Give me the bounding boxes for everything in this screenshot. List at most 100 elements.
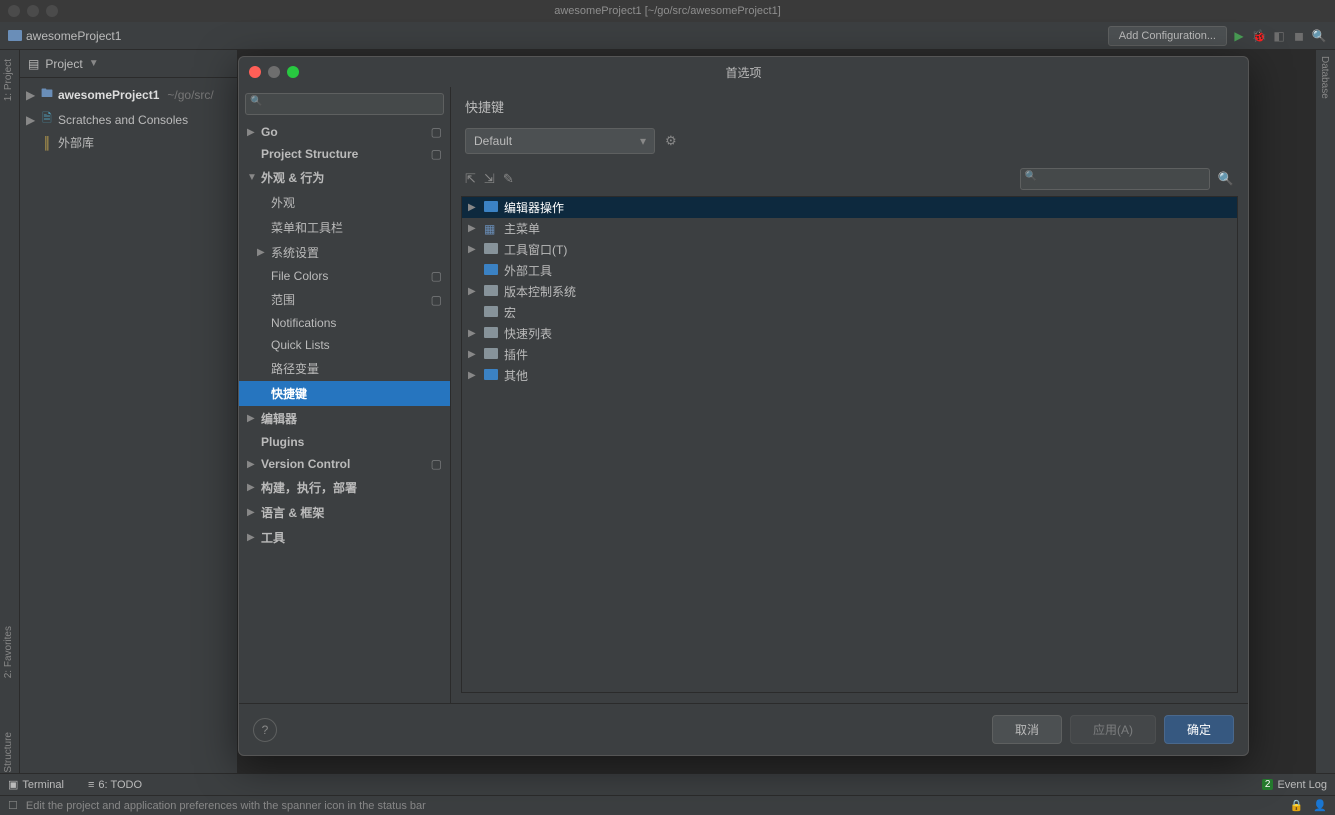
minimize-icon [268, 66, 280, 78]
settings-node-scopes[interactable]: 范围▢ [239, 287, 450, 312]
settings-node-path-variables[interactable]: 路径变量 [239, 356, 450, 381]
zoom-icon[interactable] [287, 66, 299, 78]
tree-external-libs-node[interactable]: ║ 外部库 [20, 132, 237, 153]
keymap-macros[interactable]: 宏 [462, 302, 1237, 323]
project-level-icon: ▢ [431, 125, 442, 139]
project-panel-icon: ▤ [28, 57, 39, 71]
settings-node-tools[interactable]: ▶工具 [239, 525, 450, 550]
stop-icon[interactable]: ◼ [1291, 28, 1307, 44]
database-tool-button[interactable]: Database [1316, 50, 1333, 105]
lock-icon[interactable]: 🔒 [1290, 799, 1304, 812]
settings-node-appearance-behavior[interactable]: ▼外观 & 行为 [239, 165, 450, 190]
settings-node-editor[interactable]: ▶编辑器 [239, 406, 450, 431]
dropdown-icon: ▾ [640, 134, 646, 148]
keymap-plugins[interactable]: ▶插件 [462, 344, 1237, 365]
edit-icon[interactable]: ✎ [503, 171, 514, 187]
folder-icon: 🖿 [40, 84, 54, 105]
window-traffic-lights[interactable] [8, 5, 58, 17]
dialog-traffic-lights[interactable] [249, 66, 299, 78]
gear-icon[interactable]: ⚙ [665, 133, 677, 149]
project-level-icon: ▢ [431, 457, 442, 471]
coverage-icon[interactable]: ◧ [1271, 28, 1287, 44]
collapse-all-icon[interactable]: ⇲ [484, 171, 495, 187]
breadcrumb-project[interactable]: awesomeProject1 [26, 29, 121, 43]
dropdown-icon[interactable]: ▼ [89, 58, 99, 69]
settings-node-plugins[interactable]: Plugins [239, 431, 450, 453]
favorites-tool-button[interactable]: 2: Favorites [0, 621, 17, 683]
tree-external-libs-label: 外部库 [58, 134, 94, 151]
keymap-tree[interactable]: ▶编辑器操作 ▶▦主菜单 ▶工具窗口(T) 外部工具 ▶版本控制系统 宏 ▶快速… [461, 196, 1238, 693]
settings-node-go[interactable]: ▶Go▢ [239, 121, 450, 143]
search-everywhere-icon[interactable]: 🔍 [1311, 28, 1327, 44]
dialog-titlebar: 首选项 [239, 57, 1248, 87]
todo-icon: ≡ [88, 779, 94, 791]
settings-node-appearance[interactable]: 外观 [239, 190, 450, 215]
scratches-icon: 🗎 [40, 109, 54, 130]
settings-node-build[interactable]: ▶构建，执行，部署 [239, 475, 450, 500]
help-button[interactable]: ? [253, 718, 277, 742]
close-dot[interactable] [8, 5, 20, 17]
left-tool-strip: 1: Project 2: Favorites 7: Structure [0, 50, 20, 793]
settings-breadcrumb: 快捷键 [451, 87, 1248, 120]
keymap-other[interactable]: ▶其他 [462, 365, 1237, 386]
project-level-icon: ▢ [431, 269, 442, 283]
project-header-label[interactable]: Project [45, 57, 82, 71]
keymap-scheme-select[interactable]: Default ▾ [465, 128, 655, 154]
settings-node-keymap[interactable]: 快捷键 [239, 381, 450, 406]
terminal-button[interactable]: ▣Terminal [8, 778, 64, 791]
todo-button[interactable]: ≡6: TODO [88, 779, 142, 791]
minimize-dot[interactable] [27, 5, 39, 17]
project-level-icon: ▢ [431, 293, 442, 307]
expand-all-icon[interactable]: ⇱ [465, 171, 476, 187]
settings-node-file-colors[interactable]: File Colors▢ [239, 265, 450, 287]
settings-node-languages[interactable]: ▶语言 & 框架 [239, 500, 450, 525]
keymap-tool-windows[interactable]: ▶工具窗口(T) [462, 239, 1237, 260]
preferences-dialog: 首选项 ▶Go▢ Project Structure▢ ▼外观 & 行为 外观 … [238, 56, 1249, 756]
keymap-search-input[interactable] [1020, 168, 1210, 190]
folder-icon [484, 285, 498, 296]
apply-button[interactable]: 应用(A) [1070, 715, 1156, 744]
debug-icon[interactable]: 🐞 [1251, 28, 1267, 44]
quick-nav-icon[interactable]: ☐ [8, 799, 18, 812]
window-titlebar: awesomeProject1 [~/go/src/awesomeProject… [0, 0, 1335, 22]
folder-icon [484, 201, 498, 212]
settings-node-system-settings[interactable]: ▶系统设置 [239, 240, 450, 265]
folder-icon [484, 327, 498, 338]
tree-root-node[interactable]: ▶ 🖿 awesomeProject1 ~/go/src/ [20, 82, 237, 107]
run-icon[interactable]: ▶ [1231, 28, 1247, 44]
settings-node-notifications[interactable]: Notifications [239, 312, 450, 334]
event-log-button[interactable]: Event Log [1277, 779, 1327, 791]
folder-icon [484, 306, 498, 317]
keymap-vcs[interactable]: ▶版本控制系统 [462, 281, 1237, 302]
project-tool-window: ▤ Project ▼ ▶ 🖿 awesomeProject1 ~/go/src… [20, 50, 238, 773]
settings-node-project-structure[interactable]: Project Structure▢ [239, 143, 450, 165]
keymap-external-tools[interactable]: 外部工具 [462, 260, 1237, 281]
keymap-editor-actions[interactable]: ▶编辑器操作 [462, 197, 1237, 218]
inspection-icon[interactable]: 👤 [1313, 799, 1327, 812]
folder-icon [484, 264, 498, 275]
event-badge: 2 [1262, 779, 1274, 790]
project-tree[interactable]: ▶ 🖿 awesomeProject1 ~/go/src/ ▶ 🗎 Scratc… [20, 78, 237, 157]
close-icon[interactable] [249, 66, 261, 78]
settings-node-menus-toolbars[interactable]: 菜单和工具栏 [239, 215, 450, 240]
cancel-button[interactable]: 取消 [992, 715, 1062, 744]
keymap-quick-lists[interactable]: ▶快速列表 [462, 323, 1237, 344]
find-by-shortcut-icon[interactable]: 🔍 [1218, 171, 1234, 187]
settings-node-quick-lists[interactable]: Quick Lists [239, 334, 450, 356]
tree-scratches-node[interactable]: ▶ 🗎 Scratches and Consoles [20, 107, 237, 132]
settings-node-version-control[interactable]: ▶Version Control▢ [239, 453, 450, 475]
ok-button[interactable]: 确定 [1164, 715, 1234, 744]
add-configuration-button[interactable]: Add Configuration... [1108, 26, 1227, 46]
project-tool-button[interactable]: 1: Project [0, 54, 17, 106]
settings-content-panel: 快捷键 Default ▾ ⚙ ⇱ ⇲ ✎ 🔍 ▶编辑器操作 ▶▦主菜单 ▶工具… [451, 87, 1248, 703]
navigation-bar: awesomeProject1 Add Configuration... ▶ 🐞… [0, 22, 1335, 50]
project-level-icon: ▢ [431, 147, 442, 161]
settings-search-input[interactable] [245, 93, 444, 115]
zoom-dot[interactable] [46, 5, 58, 17]
settings-tree[interactable]: ▶Go▢ Project Structure▢ ▼外观 & 行为 外观 菜单和工… [239, 121, 450, 703]
tree-root-path: ~/go/src/ [167, 88, 213, 102]
status-bar: ☐ Edit the project and application prefe… [0, 795, 1335, 815]
keymap-main-menu[interactable]: ▶▦主菜单 [462, 218, 1237, 239]
menu-icon: ▦ [484, 222, 498, 236]
folder-icon [8, 30, 22, 41]
